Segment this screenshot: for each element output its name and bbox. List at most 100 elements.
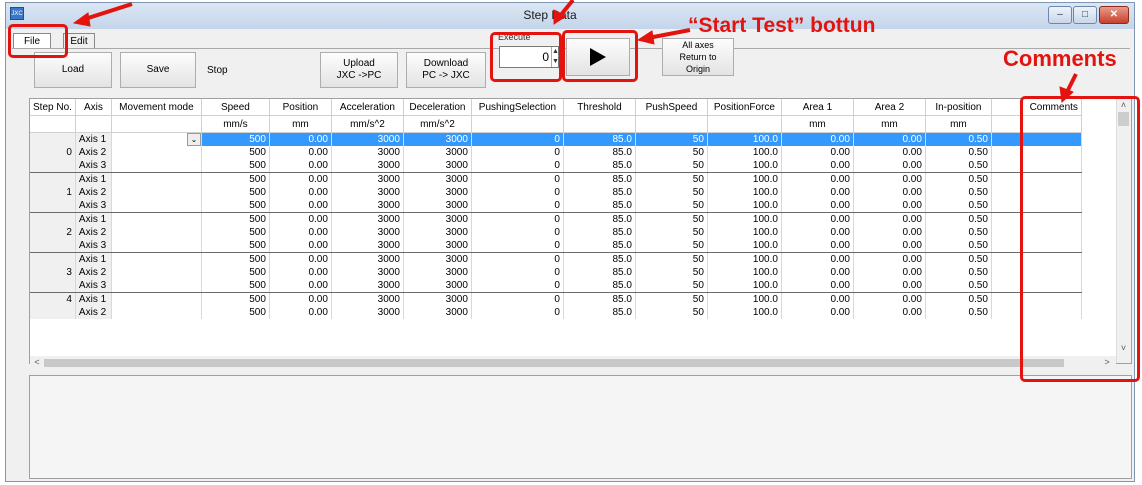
cell-position[interactable]: 0.00 [269,159,332,173]
cell-area2[interactable]: 0.00 [853,239,926,253]
cell-force[interactable]: 100.0 [707,172,782,186]
cell-mode[interactable] [111,292,202,306]
table-row[interactable]: Axis 3 500 0.00 3000 3000 0 85.0 50 100.0 0.00 0.0… [30,199,1082,213]
table-row[interactable]: 3 Axis 2 500 0.00 3000 3000 0 85.0 50 100.0 0.00 0.… [30,266,1082,279]
cell-area1[interactable]: 0.00 [781,186,854,199]
cell-decel[interactable]: 3000 [403,226,472,239]
cell-axis[interactable]: Axis 1 [75,252,112,266]
cell-speed[interactable]: 500 [201,266,270,279]
cell-threshold[interactable]: 85.0 [563,279,636,293]
cell-position[interactable]: 0.00 [269,306,332,319]
cell-threshold[interactable]: 85.0 [563,212,636,226]
cell-area2[interactable]: 0.00 [853,226,926,239]
cell-force[interactable]: 100.0 [707,279,782,293]
cell-force[interactable]: 100.0 [707,306,782,319]
cell-mode[interactable] [111,266,202,279]
cell-threshold[interactable]: 85.0 [563,306,636,319]
cell-position[interactable]: 0.00 [269,172,332,186]
cell-step[interactable]: 0 [30,146,76,159]
cell-accel[interactable]: 3000 [331,199,404,213]
column-header[interactable]: Step No. [30,99,76,116]
cell-force[interactable]: 100.0 [707,239,782,253]
cell-accel[interactable]: 3000 [331,186,404,199]
cell-decel[interactable]: 3000 [403,132,472,146]
cell-step[interactable]: 1 [30,186,76,199]
cell-force[interactable]: 100.0 [707,132,782,146]
cell-step[interactable]: 3 [30,266,76,279]
scroll-left-icon[interactable]: < [32,357,42,367]
cell-decel[interactable]: 3000 [403,159,472,173]
cell-force[interactable]: 100.0 [707,212,782,226]
cell-inpos[interactable]: 0.50 [925,292,992,306]
cell-area1[interactable]: 0.00 [781,279,854,293]
cell-force[interactable]: 100.0 [707,252,782,266]
cell-axis[interactable]: Axis 3 [75,239,112,253]
cell-accel[interactable]: 3000 [331,146,404,159]
cell-accel[interactable]: 3000 [331,226,404,239]
return-to-origin-button[interactable]: All axes Return to Origin [662,38,734,76]
cell-push[interactable]: 0 [471,306,564,319]
table-row[interactable]: Axis 1 500 0.00 3000 3000 0 85.0 50 100.0 0.00 0.0… [30,172,1082,186]
cell-pushspeed[interactable]: 50 [635,279,708,293]
column-header[interactable]: Axis [75,99,112,116]
cell-area2[interactable]: 0.00 [853,146,926,159]
cell-speed[interactable]: 500 [201,146,270,159]
cell-threshold[interactable]: 85.0 [563,172,636,186]
column-header[interactable]: PositionForce [707,99,782,116]
cell-mode[interactable] [111,239,202,253]
cell-decel[interactable]: 3000 [403,239,472,253]
column-header[interactable]: Acceleration [331,99,404,116]
cell-axis[interactable]: Axis 2 [75,306,112,319]
cell-decel[interactable]: 3000 [403,146,472,159]
cell-accel[interactable]: 3000 [331,239,404,253]
cell-force[interactable]: 100.0 [707,146,782,159]
cell-area2[interactable]: 0.00 [853,252,926,266]
cell-force[interactable]: 100.0 [707,292,782,306]
column-header[interactable]: Movement mode [111,99,202,116]
cell-pushspeed[interactable]: 50 [635,146,708,159]
cell-inpos[interactable]: 0.50 [925,199,992,213]
cell-position[interactable]: 0.00 [269,212,332,226]
cell-axis[interactable]: Axis 1 [75,172,112,186]
cell-accel[interactable]: 3000 [331,172,404,186]
cell-mode[interactable] [111,146,202,159]
cell-position[interactable]: 0.00 [269,279,332,293]
cell-mode[interactable] [111,306,202,319]
cell-force[interactable]: 100.0 [707,266,782,279]
cell-accel[interactable]: 3000 [331,292,404,306]
cell-position[interactable]: 0.00 [269,226,332,239]
cell-mode[interactable]: ⌄ [111,132,202,146]
cell-step[interactable] [30,252,76,266]
cell-decel[interactable]: 3000 [403,252,472,266]
cell-push[interactable]: 0 [471,292,564,306]
cell-push[interactable]: 0 [471,239,564,253]
cell-area1[interactable]: 0.00 [781,159,854,173]
cell-threshold[interactable]: 85.0 [563,292,636,306]
column-header[interactable]: Threshold [563,99,636,116]
cell-step[interactable] [30,199,76,213]
cell-force[interactable]: 100.0 [707,159,782,173]
cell-step[interactable] [30,132,76,146]
cell-area2[interactable]: 0.00 [853,279,926,293]
cell-area2[interactable]: 0.00 [853,186,926,199]
chevron-down-icon[interactable]: ⌄ [186,133,201,146]
cell-step[interactable]: 2 [30,226,76,239]
cell-axis[interactable]: Axis 2 [75,146,112,159]
cell-accel[interactable]: 3000 [331,266,404,279]
cell-push[interactable]: 0 [471,199,564,213]
cell-axis[interactable]: Axis 2 [75,266,112,279]
save-button[interactable]: Save [120,52,196,88]
cell-pushspeed[interactable]: 50 [635,266,708,279]
cell-decel[interactable]: 3000 [403,306,472,319]
cell-speed[interactable]: 500 [201,132,270,146]
cell-speed[interactable]: 500 [201,212,270,226]
cell-mode[interactable] [111,159,202,173]
cell-threshold[interactable]: 85.0 [563,239,636,253]
column-header[interactable]: Position [269,99,332,116]
cell-step[interactable] [30,212,76,226]
cell-area2[interactable]: 0.00 [853,212,926,226]
cell-step[interactable] [30,306,76,319]
cell-axis[interactable]: Axis 1 [75,212,112,226]
close-icon[interactable]: ✕ [1099,6,1129,24]
cell-push[interactable]: 0 [471,146,564,159]
